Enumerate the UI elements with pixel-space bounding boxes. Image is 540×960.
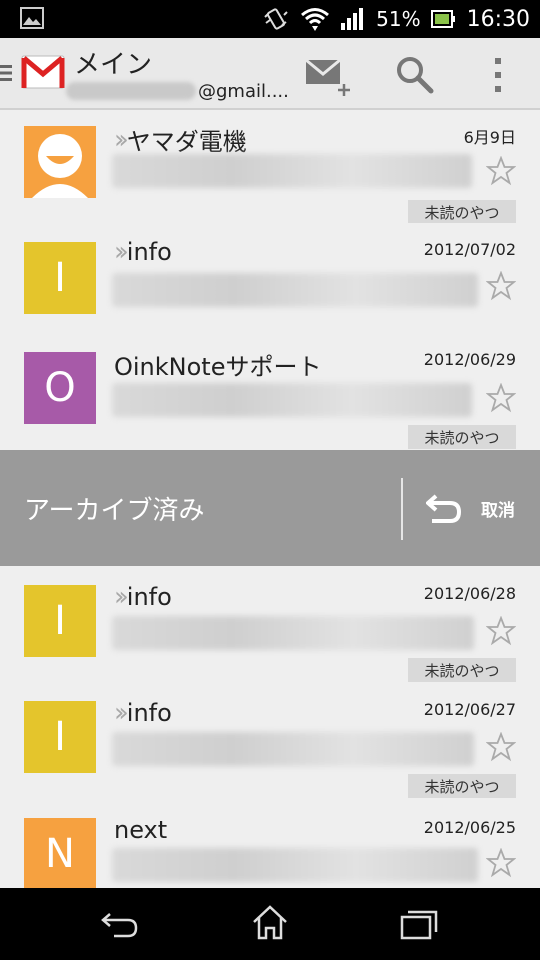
account-address[interactable]: @gmail.... [66, 80, 289, 102]
battery-percent: 51% [376, 7, 421, 31]
account-username-redacted [66, 82, 196, 100]
star-icon[interactable] [486, 732, 516, 762]
undo-icon[interactable] [426, 492, 462, 524]
forwarded-icon: ›› [114, 124, 129, 155]
drawer-indicator-icon[interactable] [0, 64, 12, 82]
star-icon[interactable] [486, 616, 516, 646]
account-domain: @gmail.... [198, 80, 289, 102]
email-date: 2012/06/25 [423, 818, 516, 837]
email-row[interactable]: ›› ヤマダ電機 6月9日 未読のやつ [0, 110, 540, 224]
email-date: 2012/06/28 [423, 584, 516, 603]
email-date: 2012/06/29 [423, 350, 516, 369]
status-bar: 51% 16:30 [0, 0, 540, 38]
search-icon[interactable] [394, 54, 434, 94]
email-sender: ›› info [114, 582, 172, 612]
archived-undo-bar: アーカイブ済み 取消 [0, 450, 540, 566]
signal-icon [341, 8, 364, 30]
forwarded-icon: ›› [114, 698, 129, 728]
sender-avatar: O [24, 352, 96, 424]
email-date: 2012/07/02 [423, 240, 516, 259]
sender-avatar: I [24, 701, 96, 773]
sender-avatar: N [24, 818, 96, 890]
email-sender: ›› info [114, 698, 172, 728]
battery-icon [430, 10, 455, 28]
vibrate-icon [264, 8, 288, 30]
star-icon[interactable] [486, 383, 516, 413]
overflow-menu-icon[interactable] [486, 56, 510, 94]
account-title[interactable]: メイン [74, 44, 152, 81]
gmail-logo[interactable] [20, 48, 66, 94]
undo-divider [401, 478, 403, 540]
forwarded-icon: ›› [114, 237, 129, 267]
sender-avatar [24, 126, 96, 198]
navigation-bar [0, 888, 540, 960]
email-date: 2012/06/27 [423, 700, 516, 719]
email-sender: OinkNoteサポート [114, 353, 322, 381]
email-sender: ›› info [114, 237, 172, 267]
action-bar: メイン @gmail.... [0, 38, 540, 110]
undo-button[interactable]: 取消 [481, 496, 515, 521]
clock: 16:30 [466, 6, 530, 32]
home-icon[interactable] [252, 904, 288, 940]
email-row[interactable]: N next 2012/06/25 [0, 798, 540, 890]
back-icon[interactable] [100, 910, 140, 940]
email-label: 未読のやつ [408, 658, 516, 682]
star-icon[interactable] [486, 848, 516, 878]
email-row[interactable]: I ›› info 2012/07/02 [0, 223, 540, 334]
person-icon [32, 134, 88, 198]
email-preview-redacted [112, 273, 478, 307]
email-label: 未読のやつ [408, 774, 516, 798]
compose-icon[interactable] [304, 56, 356, 96]
forwarded-icon: ›› [114, 582, 129, 612]
email-row[interactable]: I ›› info 2012/06/28 未読のやつ [0, 566, 540, 683]
email-preview-redacted [112, 848, 478, 882]
email-label: 未読のやつ [408, 200, 516, 224]
star-icon[interactable] [486, 271, 516, 301]
recent-apps-icon[interactable] [400, 908, 438, 940]
email-sender: next [114, 816, 168, 844]
email-date: 6月9日 [463, 128, 516, 147]
email-row[interactable]: O OinkNoteサポート 2012/06/29 未読のやつ [0, 333, 540, 451]
email-sender: ›› ヤマダ電機 [114, 124, 247, 157]
email-preview-redacted [112, 732, 474, 766]
email-label: 未読のやつ [408, 425, 516, 449]
email-preview-redacted [112, 383, 472, 417]
email-preview-redacted [112, 154, 472, 188]
gallery-notification-icon [20, 7, 44, 29]
email-preview-redacted [112, 616, 474, 650]
sender-avatar: I [24, 242, 96, 314]
archived-message: アーカイブ済み [24, 496, 205, 526]
sender-avatar: I [24, 585, 96, 657]
email-row[interactable]: I ›› info 2012/06/27 未読のやつ [0, 682, 540, 799]
star-icon[interactable] [486, 156, 516, 186]
wifi-icon [301, 8, 330, 31]
